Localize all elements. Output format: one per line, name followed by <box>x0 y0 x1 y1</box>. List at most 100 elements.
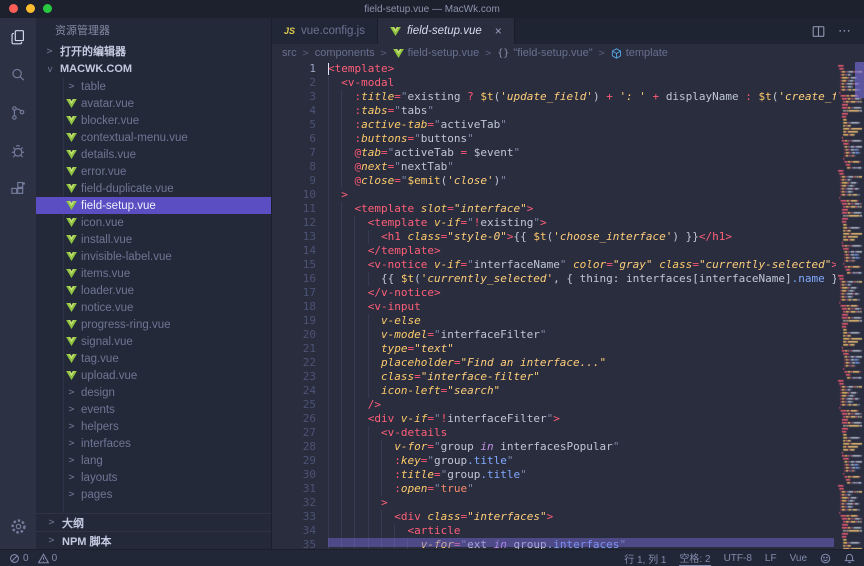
tree-item[interactable]: >table <box>36 78 271 95</box>
code-editor[interactable]: 1234567891011121314151617181920212223242… <box>272 62 864 549</box>
tree-item[interactable]: >helpers <box>36 418 271 435</box>
open-editors-section[interactable]: > 打开的编辑器 <box>36 42 271 60</box>
tree-item[interactable]: >design <box>36 384 271 401</box>
breadcrumb-item[interactable]: field-setup.vue <box>393 47 480 59</box>
code-line[interactable]: <article <box>328 524 836 538</box>
code-line[interactable]: :key="group.title" <box>328 454 836 468</box>
code-line[interactable]: v-for="group in interfacesPopular" <box>328 440 836 454</box>
status-item[interactable]: 行 1, 列 1 <box>624 551 666 566</box>
code-line[interactable]: </v-notice> <box>328 286 836 300</box>
editor-tab[interactable]: field-setup.vue× <box>378 18 515 44</box>
line-number: 18 <box>272 300 316 314</box>
tree-item-label: layouts <box>81 472 117 484</box>
outline-section[interactable]: > 大纲 <box>36 513 271 531</box>
code-line[interactable]: v-else <box>328 314 836 328</box>
code-line[interactable]: :buttons="buttons" <box>328 132 836 146</box>
activity-item-files[interactable] <box>0 18 36 56</box>
tree-item[interactable]: items.vue <box>36 265 271 282</box>
npm-scripts-section[interactable]: > NPM 脚本 <box>36 531 271 549</box>
tree-item[interactable]: error.vue <box>36 163 271 180</box>
zoom-window-button[interactable] <box>43 4 52 13</box>
code-line[interactable]: @next="nextTab" <box>328 160 836 174</box>
code-line[interactable]: placeholder="Find an interface..." <box>328 356 836 370</box>
code-line[interactable]: <v-modal <box>328 76 836 90</box>
tree-item[interactable]: icon.vue <box>36 214 271 231</box>
activity-item-debug[interactable] <box>0 132 36 170</box>
code-line[interactable]: :tabs="tabs" <box>328 104 836 118</box>
close-tab-icon[interactable]: × <box>495 25 502 37</box>
activity-item-settings[interactable] <box>0 507 36 545</box>
code-line[interactable]: <template> <box>328 62 836 76</box>
code-content[interactable]: <template><v-modal:title="existing ? $t(… <box>328 62 836 549</box>
status-item[interactable]: LF <box>765 553 777 564</box>
tree-item[interactable]: >events <box>36 401 271 418</box>
status-item[interactable]: 空格: 2 <box>679 550 710 566</box>
code-line[interactable]: <template slot="interface"> <box>328 202 836 216</box>
vertical-scrollbar[interactable] <box>855 62 864 98</box>
status-item-bell[interactable] <box>844 553 855 564</box>
tree-item[interactable]: details.vue <box>36 146 271 163</box>
breadcrumb-item[interactable]: src <box>282 47 297 59</box>
breadcrumb-item[interactable]: {}"field-setup.vue" <box>497 47 592 59</box>
tree-item[interactable]: >layouts <box>36 469 271 486</box>
status-item[interactable]: Vue <box>790 553 807 564</box>
code-line[interactable]: /> <box>328 398 836 412</box>
tree-item[interactable]: >interfaces <box>36 435 271 452</box>
breadcrumb-item[interactable]: components <box>315 47 375 59</box>
code-line[interactable]: v-model="interfaceFilter" <box>328 328 836 342</box>
code-line[interactable]: > <box>328 496 836 510</box>
status-item-feedback[interactable] <box>820 553 831 564</box>
status-item-error[interactable]: 0 <box>9 553 29 564</box>
code-line[interactable]: @tab="activeTab = $event" <box>328 146 836 160</box>
split-editor-icon[interactable] <box>811 24 826 39</box>
code-line[interactable]: </template> <box>328 244 836 258</box>
tree-item[interactable]: loader.vue <box>36 282 271 299</box>
code-line[interactable]: :title="existing ? $t('update_field') + … <box>328 90 836 104</box>
code-line[interactable]: type="text" <box>328 342 836 356</box>
code-line[interactable]: :active-tab="activeTab" <box>328 118 836 132</box>
tree-item[interactable]: install.vue <box>36 231 271 248</box>
code-line[interactable]: @close="$emit('close')" <box>328 174 836 188</box>
close-window-button[interactable] <box>9 4 18 13</box>
activity-item-extensions[interactable] <box>0 170 36 208</box>
tree-item[interactable]: upload.vue <box>36 367 271 384</box>
vue-file-icon <box>66 150 77 159</box>
minimap[interactable] <box>837 62 863 549</box>
tree-item[interactable]: avatar.vue <box>36 95 271 112</box>
code-line[interactable]: <v-input <box>328 300 836 314</box>
code-line[interactable]: icon-left="search" <box>328 384 836 398</box>
code-line[interactable]: :title="group.title" <box>328 468 836 482</box>
more-actions-icon[interactable]: ⋯ <box>838 22 852 40</box>
root-folder-section[interactable]: > MACWK.COM <box>36 60 271 78</box>
tree-item[interactable]: signal.vue <box>36 333 271 350</box>
tree-item[interactable]: field-duplicate.vue <box>36 180 271 197</box>
code-token: <div <box>394 510 427 523</box>
status-item[interactable]: UTF-8 <box>724 553 752 564</box>
code-line[interactable]: <v-notice v-if="interfaceName" color="gr… <box>328 258 836 272</box>
tree-item[interactable]: field-setup.vue <box>36 197 271 214</box>
tree-item[interactable]: tag.vue <box>36 350 271 367</box>
breadcrumb-item[interactable]: template <box>611 47 668 59</box>
code-line[interactable]: <div v-if="!interfaceFilter"> <box>328 412 836 426</box>
code-line[interactable]: :open="true" <box>328 482 836 496</box>
activity-item-source-control[interactable] <box>0 94 36 132</box>
minimize-window-button[interactable] <box>26 4 35 13</box>
status-item-warning[interactable]: 0 <box>38 553 58 564</box>
tree-item[interactable]: notice.vue <box>36 299 271 316</box>
code-line[interactable]: <v-details <box>328 426 836 440</box>
tree-item[interactable]: contextual-menu.vue <box>36 129 271 146</box>
tree-item[interactable]: >pages <box>36 486 271 503</box>
tree-item[interactable]: invisible-label.vue <box>36 248 271 265</box>
editor-tab[interactable]: JSvue.config.js <box>272 18 378 44</box>
code-line[interactable]: class="interface-filter" <box>328 370 836 384</box>
code-line[interactable]: <div class="interfaces"> <box>328 510 836 524</box>
code-line[interactable]: {{ $t('currently_selected', { thing: int… <box>328 272 836 286</box>
tree-item[interactable]: >lang <box>36 452 271 469</box>
tree-item[interactable]: blocker.vue <box>36 112 271 129</box>
code-line[interactable]: > <box>328 188 836 202</box>
code-line[interactable]: <h1 class="style-0">{{ $t('choose_interf… <box>328 230 836 244</box>
code-line[interactable]: <template v-if="!existing"> <box>328 216 836 230</box>
tree-item[interactable]: progress-ring.vue <box>36 316 271 333</box>
horizontal-scrollbar[interactable] <box>328 538 834 547</box>
activity-item-search[interactable] <box>0 56 36 94</box>
